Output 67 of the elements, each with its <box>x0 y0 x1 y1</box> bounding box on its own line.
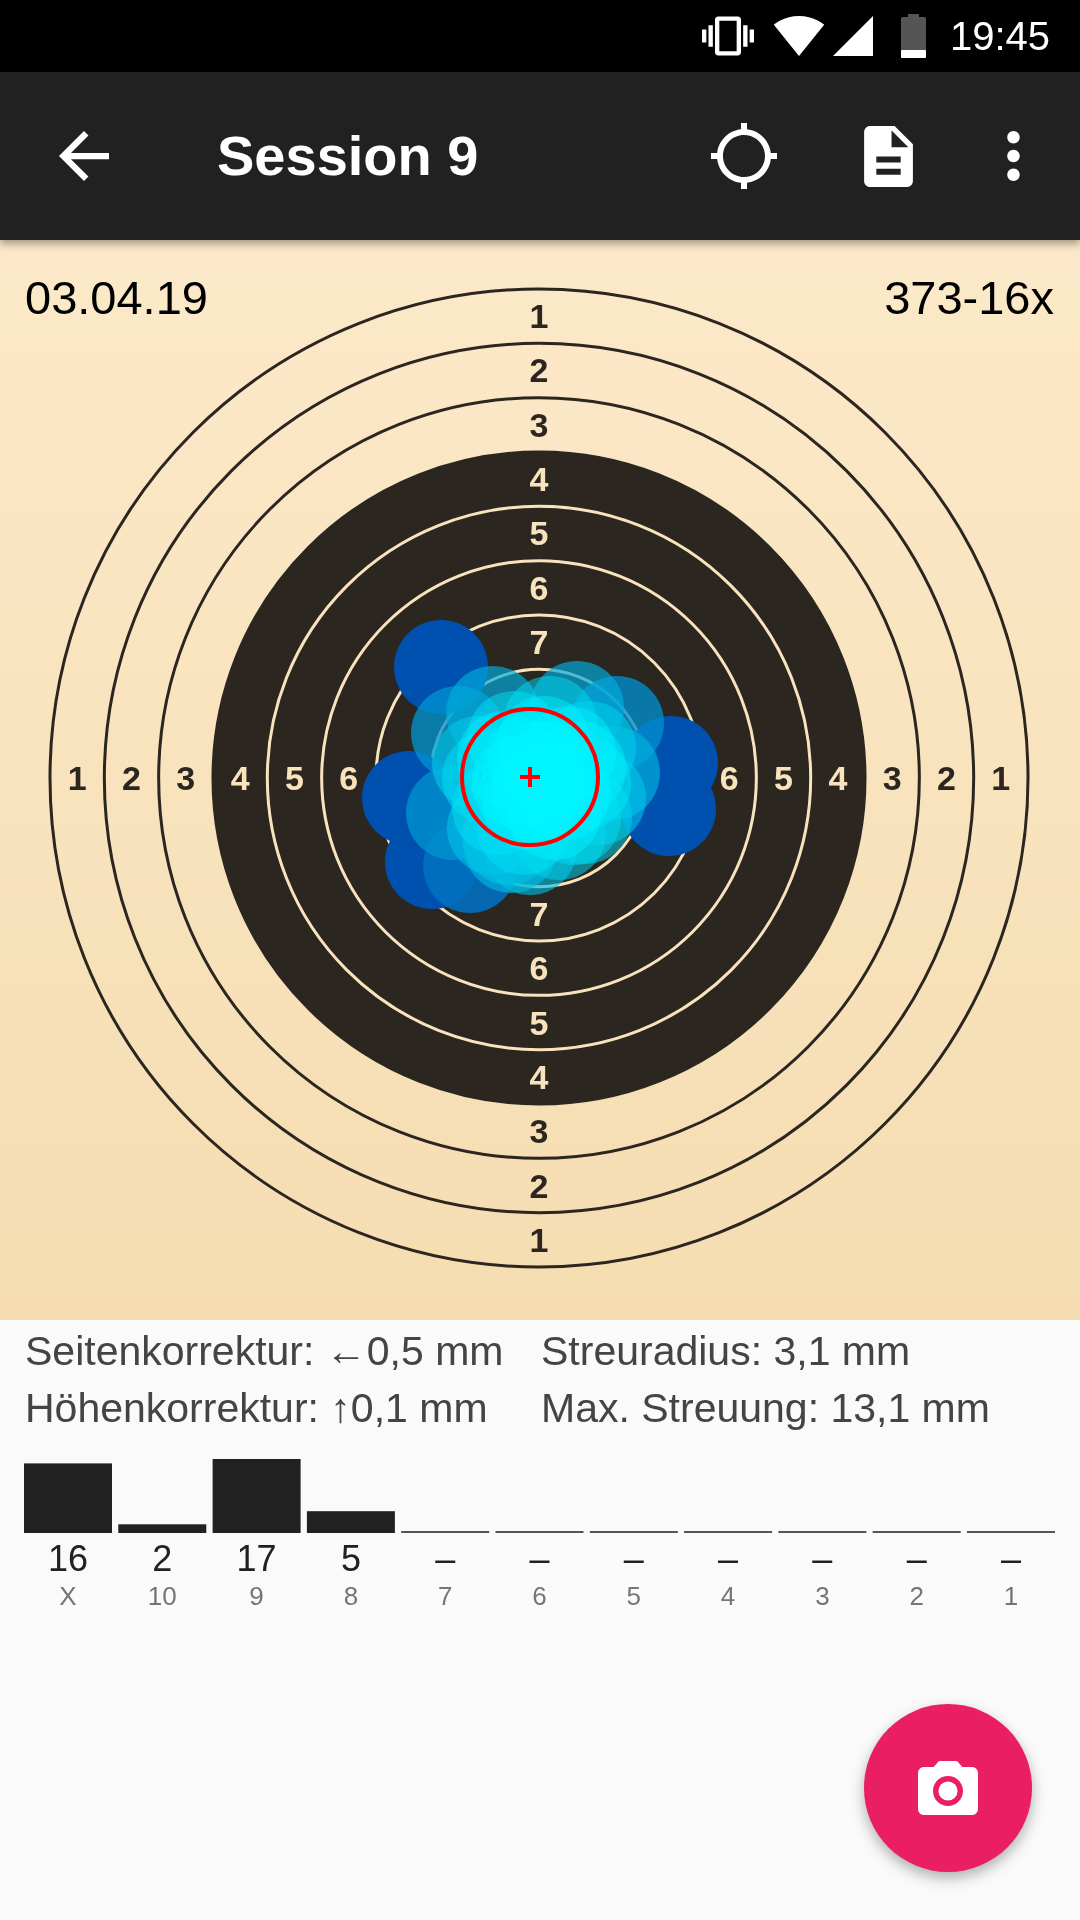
ring-number: 3 <box>882 759 902 797</box>
ring-number: 3 <box>529 1112 549 1151</box>
ring-number: 5 <box>285 759 304 797</box>
wifi-icon <box>773 16 825 56</box>
ring-number: 6 <box>529 568 549 607</box>
ring-number: 1 <box>991 759 1011 797</box>
session-date: 03.04.19 <box>25 274 208 321</box>
shot-count: 5 <box>339 1541 362 1577</box>
document-icon[interactable] <box>864 125 913 187</box>
shot-count: 17 <box>235 1541 278 1577</box>
ring-number: 2 <box>529 1166 549 1205</box>
ring-number: 6 <box>339 759 359 797</box>
screen-title: Session 9 <box>217 128 479 184</box>
shot-count: – <box>528 1541 551 1577</box>
camera-button[interactable] <box>864 1704 1032 1872</box>
ring-number: 4 <box>529 460 549 499</box>
shot-count: – <box>905 1541 928 1577</box>
shot-count: – <box>999 1541 1022 1577</box>
ring-number: 1 <box>529 1220 549 1259</box>
ring-number: 7 <box>529 894 549 933</box>
ring-number: 3 <box>176 759 196 797</box>
ring-number: 4 <box>828 759 848 797</box>
back-arrow-icon[interactable] <box>59 131 109 181</box>
camera-icon <box>918 1761 978 1815</box>
ring-number: 5 <box>529 514 549 553</box>
crosshair-icon[interactable] <box>711 123 777 189</box>
status-time: 19:45 <box>950 16 1051 56</box>
more-options-icon[interactable] <box>1007 131 1020 181</box>
shot-count: 16 <box>46 1541 89 1577</box>
ring-category-label: X <box>58 1583 78 1609</box>
ring-category-label: 10 <box>146 1583 178 1609</box>
ring-number: 6 <box>529 949 549 988</box>
vibrate-icon <box>702 16 754 56</box>
ring-number: 5 <box>529 1003 549 1042</box>
battery-icon <box>901 14 926 58</box>
ring-number: 6 <box>719 759 739 797</box>
shot-count: 2 <box>151 1541 174 1577</box>
session-score: 373-16x <box>884 274 1054 321</box>
ring-category-label: 1 <box>1002 1583 1020 1609</box>
ring-number: 4 <box>529 1057 549 1096</box>
ring-number: 3 <box>529 405 549 444</box>
ring-category-label: 3 <box>814 1583 831 1609</box>
ring-category-label: 5 <box>625 1583 642 1609</box>
ring-number: 1 <box>529 297 549 336</box>
ring-number: 2 <box>122 759 141 797</box>
shot-count: – <box>811 1541 834 1577</box>
ring-number: 1 <box>67 759 87 797</box>
stat-text: Max. Streuung: 13,1 mm <box>541 1384 991 1433</box>
ring-number: 4 <box>230 759 250 797</box>
circle-plus-icon <box>460 707 600 847</box>
ring-number: 2 <box>529 351 549 390</box>
stat-text: Seitenkorrektur: ←0,5 mm <box>25 1327 505 1376</box>
stat-text: Höhenkorrektur: ↑0,1 mm <box>25 1384 489 1433</box>
signal-icon <box>833 16 873 56</box>
ring-category-label: 6 <box>531 1583 548 1609</box>
ring-category-label: 8 <box>342 1583 360 1609</box>
stat-text: Streuradius: 3,1 mm <box>541 1327 912 1376</box>
ring-category-label: 2 <box>908 1583 925 1609</box>
ring-number: 7 <box>529 623 549 662</box>
ring-number: 5 <box>774 759 793 797</box>
ring-category-label: 7 <box>436 1583 454 1609</box>
shot-count: – <box>434 1541 457 1577</box>
shot-count: – <box>717 1541 740 1577</box>
shot-count: – <box>622 1541 645 1577</box>
ring-number: 2 <box>937 759 956 797</box>
ring-category-label: 4 <box>719 1583 737 1609</box>
ring-category-label: 9 <box>248 1583 265 1609</box>
